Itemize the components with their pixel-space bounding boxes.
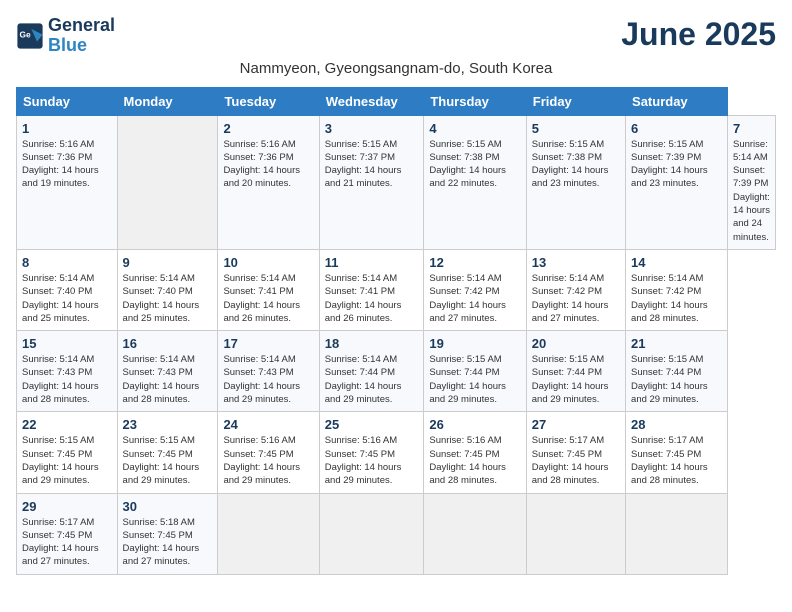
subtitle: Nammyeon, Gyeongsangnam-do, South Korea — [16, 60, 776, 77]
calendar-cell-30: 30Sunrise: 5:18 AMSunset: 7:45 PMDayligh… — [117, 493, 218, 574]
calendar-cell-empty — [319, 493, 424, 574]
calendar-cell-17: 17Sunrise: 5:14 AMSunset: 7:43 PMDayligh… — [218, 331, 319, 412]
logo-icon: Ge — [16, 22, 44, 50]
calendar-cell-2: 2Sunrise: 5:16 AMSunset: 7:36 PMDaylight… — [218, 115, 319, 249]
calendar-cell-empty — [526, 493, 625, 574]
calendar-cell-7: 7Sunrise: 5:14 AMSunset: 7:39 PMDaylight… — [727, 115, 775, 249]
calendar-cell-27: 27Sunrise: 5:17 AMSunset: 7:45 PMDayligh… — [526, 412, 625, 493]
calendar-cell-16: 16Sunrise: 5:14 AMSunset: 7:43 PMDayligh… — [117, 331, 218, 412]
calendar-cell-1: 1Sunrise: 5:16 AMSunset: 7:36 PMDaylight… — [17, 115, 118, 249]
weekday-header-sunday: Sunday — [17, 87, 118, 115]
calendar-cell-24: 24Sunrise: 5:16 AMSunset: 7:45 PMDayligh… — [218, 412, 319, 493]
calendar-cell-13: 13Sunrise: 5:14 AMSunset: 7:42 PMDayligh… — [526, 249, 625, 330]
calendar-week-0: 1Sunrise: 5:16 AMSunset: 7:36 PMDaylight… — [17, 115, 776, 249]
calendar-cell-3: 3Sunrise: 5:15 AMSunset: 7:37 PMDaylight… — [319, 115, 424, 249]
month-title: June 2025 — [621, 16, 776, 53]
calendar-cell-8: 8Sunrise: 5:14 AMSunset: 7:40 PMDaylight… — [17, 249, 118, 330]
header: Ge General Blue June 2025 — [16, 16, 776, 56]
calendar-cell-26: 26Sunrise: 5:16 AMSunset: 7:45 PMDayligh… — [424, 412, 526, 493]
logo-text: General Blue — [48, 16, 115, 56]
calendar-cell-empty — [218, 493, 319, 574]
weekday-header-monday: Monday — [117, 87, 218, 115]
calendar-cell-22: 22Sunrise: 5:15 AMSunset: 7:45 PMDayligh… — [17, 412, 118, 493]
calendar-cell-empty — [424, 493, 526, 574]
weekday-header-row: SundayMondayTuesdayWednesdayThursdayFrid… — [17, 87, 776, 115]
calendar-cell-29: 29Sunrise: 5:17 AMSunset: 7:45 PMDayligh… — [17, 493, 118, 574]
calendar-cell-10: 10Sunrise: 5:14 AMSunset: 7:41 PMDayligh… — [218, 249, 319, 330]
calendar-cell-21: 21Sunrise: 5:15 AMSunset: 7:44 PMDayligh… — [626, 331, 728, 412]
calendar-cell-14: 14Sunrise: 5:14 AMSunset: 7:42 PMDayligh… — [626, 249, 728, 330]
calendar-cell-empty — [117, 115, 218, 249]
weekday-header-friday: Friday — [526, 87, 625, 115]
calendar-cell-9: 9Sunrise: 5:14 AMSunset: 7:40 PMDaylight… — [117, 249, 218, 330]
calendar-week-4: 29Sunrise: 5:17 AMSunset: 7:45 PMDayligh… — [17, 493, 776, 574]
calendar-cell-empty — [626, 493, 728, 574]
weekday-header-thursday: Thursday — [424, 87, 526, 115]
calendar-cell-28: 28Sunrise: 5:17 AMSunset: 7:45 PMDayligh… — [626, 412, 728, 493]
calendar-cell-18: 18Sunrise: 5:14 AMSunset: 7:44 PMDayligh… — [319, 331, 424, 412]
calendar-week-1: 8Sunrise: 5:14 AMSunset: 7:40 PMDaylight… — [17, 249, 776, 330]
calendar-week-3: 22Sunrise: 5:15 AMSunset: 7:45 PMDayligh… — [17, 412, 776, 493]
calendar-cell-23: 23Sunrise: 5:15 AMSunset: 7:45 PMDayligh… — [117, 412, 218, 493]
calendar-cell-11: 11Sunrise: 5:14 AMSunset: 7:41 PMDayligh… — [319, 249, 424, 330]
calendar-cell-4: 4Sunrise: 5:15 AMSunset: 7:38 PMDaylight… — [424, 115, 526, 249]
calendar-cell-25: 25Sunrise: 5:16 AMSunset: 7:45 PMDayligh… — [319, 412, 424, 493]
weekday-header-tuesday: Tuesday — [218, 87, 319, 115]
calendar-week-2: 15Sunrise: 5:14 AMSunset: 7:43 PMDayligh… — [17, 331, 776, 412]
logo: Ge General Blue — [16, 16, 115, 56]
calendar-table: SundayMondayTuesdayWednesdayThursdayFrid… — [16, 87, 776, 575]
weekday-header-wednesday: Wednesday — [319, 87, 424, 115]
calendar-cell-6: 6Sunrise: 5:15 AMSunset: 7:39 PMDaylight… — [626, 115, 728, 249]
svg-text:Ge: Ge — [20, 29, 32, 39]
weekday-header-saturday: Saturday — [626, 87, 728, 115]
calendar-cell-20: 20Sunrise: 5:15 AMSunset: 7:44 PMDayligh… — [526, 331, 625, 412]
calendar-cell-12: 12Sunrise: 5:14 AMSunset: 7:42 PMDayligh… — [424, 249, 526, 330]
calendar-cell-19: 19Sunrise: 5:15 AMSunset: 7:44 PMDayligh… — [424, 331, 526, 412]
calendar-cell-5: 5Sunrise: 5:15 AMSunset: 7:38 PMDaylight… — [526, 115, 625, 249]
calendar-cell-15: 15Sunrise: 5:14 AMSunset: 7:43 PMDayligh… — [17, 331, 118, 412]
